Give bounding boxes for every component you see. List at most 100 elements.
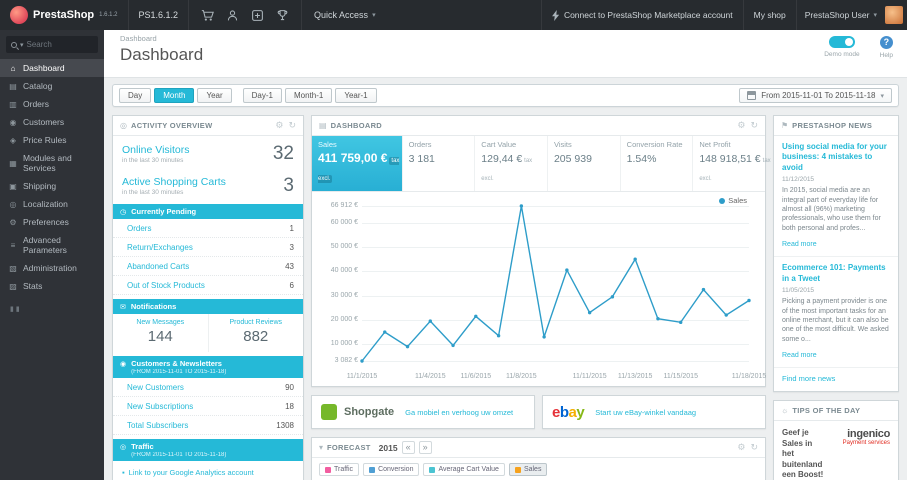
user-menu[interactable]: PrestaShop User ▾ [795,0,885,30]
date-range-picker[interactable]: From 2015-11-01 To 2015-11-18 ▾ [739,88,892,103]
sidebar-item-orders[interactable]: ▥ Orders [0,95,104,113]
row-link[interactable]: Orders [127,224,151,233]
sidebar-item-label: Customers [23,117,65,127]
forecast-prev-button[interactable]: « [401,441,415,454]
demo-mode-toggle[interactable] [828,36,855,48]
row-link[interactable]: Return/Exchanges [127,243,193,252]
filter-month-button[interactable]: Month [154,88,195,103]
row-link[interactable]: New Subscriptions [127,402,193,411]
sidebar-menu: ⌂ Dashboard ▤ Catalog ▥ Orders ◉ Customers ◈… [0,59,104,295]
row-link[interactable]: Out of Stock Products [127,281,205,290]
row-link[interactable]: New Customers [127,383,184,392]
shopgate-logo-icon [321,404,337,420]
stats-icon: ▨ [9,281,17,291]
sidebar-item-catalog[interactable]: ▤ Catalog [0,77,104,95]
row-link[interactable]: Abandoned Carts [127,262,189,271]
new-messages-stat[interactable]: New Messages 144 [113,314,208,352]
search-input[interactable] [26,40,93,49]
gear-icon[interactable]: ⚙ [737,120,745,131]
news-article-title-link[interactable]: Using social media for your business: 4 … [782,142,890,173]
filter-day-1-button[interactable]: Day-1 [242,88,282,103]
filter-year-1-button[interactable]: Year-1 [335,88,377,103]
collapse-chevron-icon[interactable]: ▾ [319,443,323,452]
search-scope-chevron-icon[interactable]: ▾ [20,41,24,49]
forecast-legend-sales[interactable]: Sales [508,463,548,476]
sales-chart-plot[interactable] [360,204,751,363]
sidebar-item-label: Dashboard [23,63,65,73]
kpi-visits[interactable]: Visits 205 939 [548,136,621,191]
kpi-conversion-rate[interactable]: Conversion Rate 1.54% [621,136,694,191]
refresh-icon[interactable]: ↻ [288,120,296,131]
sales-series-dot [514,466,521,473]
help-control: ? Help [880,36,893,59]
gear-icon[interactable]: ⚙ [737,442,745,453]
sidebar-item-preferences[interactable]: ⚙ Preferences [0,213,104,231]
ingenico-logo-subtext: Payment services [842,440,890,447]
sidebar-item-advanced-parameters[interactable]: ≡ Advanced Parameters [0,231,104,259]
marketplace-connect-link[interactable]: Connect to PrestaShop Marketplace accoun… [540,0,743,30]
forecast-legend-conversion[interactable]: Conversion [363,463,420,476]
shopgate-promo-link[interactable]: Ga mobiel en verhoog uw omzet [405,408,513,417]
sidebar-item-dashboard[interactable]: ⌂ Dashboard [0,59,104,77]
filter-day-button[interactable]: Day [119,88,152,103]
sidebar-item-administration[interactable]: ▧ Administration [0,259,104,277]
refresh-icon[interactable]: ↻ [750,442,758,453]
find-more-news-link[interactable]: Find more news [774,368,898,391]
product-reviews-stat[interactable]: Product Reviews 882 [207,314,304,352]
trophy-icon[interactable] [276,9,289,22]
mail-icon: ✉ [120,304,126,311]
row-link[interactable]: Total Subscribers [127,421,188,430]
my-shop-link[interactable]: My shop [742,0,796,30]
ingenico-logo-text: ingenico [847,428,890,441]
customer-icon[interactable] [226,9,239,22]
add-product-icon[interactable] [251,9,264,22]
demo-mode-control: Demo mode [824,36,860,59]
gear-icon[interactable]: ⚙ [275,120,283,131]
kpi-value: 1.54% [626,153,657,165]
kpi-net-profit[interactable]: Net Profit 148 918,51 € tax excl. [693,136,770,191]
refresh-icon[interactable]: ↻ [750,120,758,131]
prestashop-logo[interactable]: PrestaShop 1.6.1.2 [0,0,128,30]
online-visitors-link[interactable]: Online Visitors [122,144,190,156]
filter-year-button[interactable]: Year [197,88,232,103]
sidebar-item-localization[interactable]: ◎ Localization [0,195,104,213]
forecast-next-button[interactable]: » [418,441,432,454]
kpi-orders[interactable]: Orders 3 181 [403,136,476,191]
kpi-sales[interactable]: Sales 411 759,00 € tax excl. [312,136,403,191]
chart-legend-label: Sales [728,196,747,205]
sidebar-collapse-button[interactable]: ▮▮ [0,295,104,323]
administration-icon: ▧ [9,263,17,273]
forecast-legend-average-cart-value[interactable]: Average Cart Value [423,463,505,476]
sidebar-search[interactable]: ▾ [6,36,98,53]
forecast-legend-traffic[interactable]: Traffic [319,463,360,476]
kpi-cart-value[interactable]: Cart Value 129,44 € tax excl. [475,136,548,191]
user-avatar[interactable] [885,6,903,24]
ebay-promo-link[interactable]: Start uw eBay-winkel vandaag [595,408,696,417]
top-bar: PrestaShop 1.6.1.2 PS1.6.1.2 Quick Acces… [0,0,907,30]
help-icon[interactable]: ? [879,36,893,49]
active-carts-link[interactable]: Active Shopping Carts [122,176,226,188]
sidebar-item-customers[interactable]: ◉ Customers [0,113,104,131]
read-more-link[interactable]: Read more [782,352,817,359]
chip-label: Traffic [334,466,354,473]
forecast-panel: ▾ Forecast 2015 « » ⚙ ↻ Traffic Conversi… [311,437,766,480]
metric-subtitle: in the last 30 minutes [122,157,184,164]
sidebar-item-shipping[interactable]: ▣ Shipping [0,177,104,195]
ebay-promo-card[interactable]: ebay Start uw eBay-winkel vandaag [542,395,766,429]
news-article-title-link[interactable]: Ecommerce 101: Payments in a Tweet [782,263,890,284]
sidebar-item-price-rules[interactable]: ◈ Price Rules [0,131,104,149]
shopgate-promo-card[interactable]: Shopgate Ga mobiel en verhoog uw omzet [311,395,535,429]
google-analytics-link[interactable]: ▪ Link to your Google Analytics account [113,461,303,480]
sidebar-item-label: Shipping [23,181,57,191]
user-menu-label: PrestaShop User [804,10,870,20]
read-more-link[interactable]: Read more [782,241,817,248]
kpi-row: Sales 411 759,00 € tax excl. Orders 3 181… [312,136,771,192]
quick-access-menu[interactable]: Quick Access ▾ [301,0,388,30]
cart-icon[interactable] [201,9,214,22]
section-title: Currently Pending [131,207,197,216]
sidebar-item-stats[interactable]: ▨ Stats [0,277,104,295]
forecast-year-select[interactable]: 2015 [379,443,398,453]
filter-month-1-button[interactable]: Month-1 [284,88,333,103]
sidebar-item-modules[interactable]: ▦ Modules and Services [0,149,104,177]
traffic-header: ◎ Traffic (FROM 2015-11-01 TO 2015-11-18… [113,439,303,461]
